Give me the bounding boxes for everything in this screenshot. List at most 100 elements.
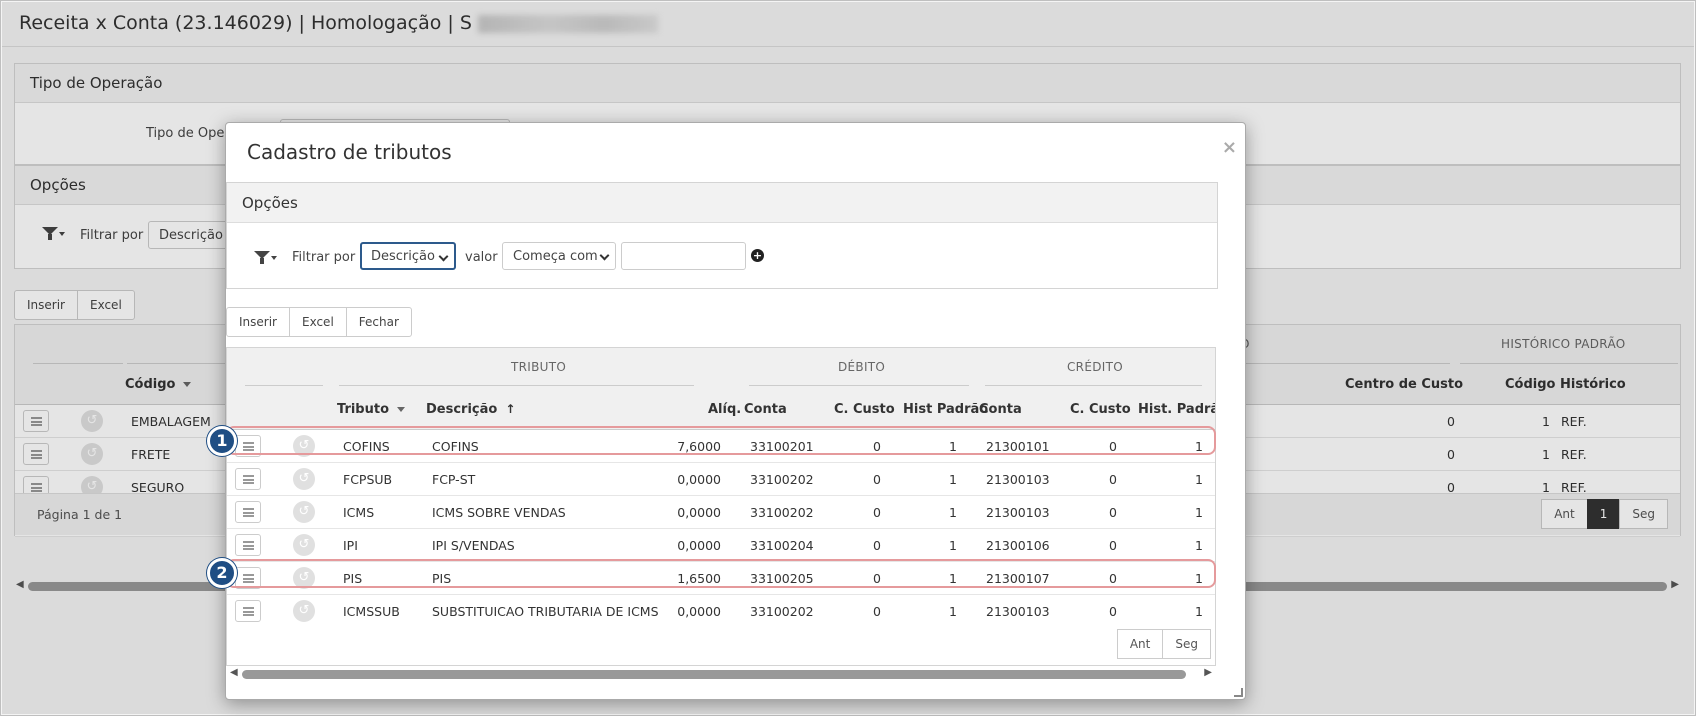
cell-credito-hist: 1 [1195,472,1203,487]
filter-icon[interactable] [254,249,277,265]
cell-credito-ccusto: 0 [1109,604,1117,619]
cell-credito-conta: 21300107 [986,571,1050,586]
close-icon[interactable]: × [1222,137,1237,158]
cell-debito-conta: 33100204 [750,538,814,553]
cell-descricao: SUBSTITUICAO TRIBUTARIA DE ICMS [432,604,659,619]
column-header-aliq[interactable]: Alíq. [708,402,741,417]
cell-aliq: 0,0000 [677,472,721,487]
cell-tributo: ICMS [343,505,375,520]
divider [749,385,969,386]
modal-pager: Ant Seg [1116,629,1211,659]
app-window: Receita x Conta (23.146029) | Homologaçã… [0,0,1696,716]
undo-icon[interactable]: ↺ [293,567,315,589]
divider [985,385,1202,386]
column-header-tributo[interactable]: Tributo [337,402,406,417]
pager-next-button[interactable]: Seg [1162,629,1211,659]
resize-handle-icon[interactable] [1234,688,1243,697]
table-row[interactable]: ↺ IPI IPI S/VENDAS 0,0000 33100204 0 1 21300106… [227,529,1215,562]
sort-desc-icon [397,407,406,412]
pager-prev-button[interactable]: Ant [1116,629,1164,659]
value-label: valor [465,250,498,265]
scroll-left-icon[interactable]: ◀ [230,667,238,678]
tributos-grid-footer: Ant Seg [227,625,1215,665]
cell-debito-ccusto: 0 [873,472,881,487]
row-menu-icon[interactable] [235,501,261,523]
tributos-modal: Cadastro de tributos × Opções Filtrar po… [225,122,1246,700]
cell-debito-conta: 33100201 [750,439,814,454]
modal-horizontal-scrollbar[interactable]: ◀ ▶ [226,667,1216,681]
table-row[interactable]: ↺ FCPSUB FCP-ST 0,0000 33100202 0 1 21300103 0 1 [227,463,1215,496]
table-row[interactable]: ↺ COFINS COFINS 7,6000 33100201 0 1 21300101 0 1 [227,430,1215,463]
undo-icon[interactable]: ↺ [293,600,315,622]
cell-tributo: PIS [343,571,363,586]
cell-credito-conta: 21300101 [986,439,1050,454]
filter-value-input[interactable] [621,242,746,270]
cell-debito-ccusto: 0 [873,439,881,454]
modal-toolbar: Inserir Excel Fechar [226,307,412,337]
cell-debito-conta: 33100202 [750,472,814,487]
cell-tributo: ICMSSUB [343,604,400,619]
cell-debito-hist: 1 [949,571,957,586]
undo-icon[interactable]: ↺ [293,435,315,457]
undo-icon[interactable]: ↺ [293,501,315,523]
cell-credito-ccusto: 0 [1109,472,1117,487]
column-header-credito-ccusto[interactable]: C. Custo [1070,402,1131,417]
add-filter-icon[interactable]: + [751,249,764,262]
column-header-credito-hist[interactable]: Hist. Padrão [1138,402,1215,417]
cell-aliq: 7,6000 [677,439,721,454]
cell-debito-ccusto: 0 [873,604,881,619]
filter-mode-select[interactable]: Começa com [502,242,616,270]
column-header-descricao[interactable]: Descrição ↑ [426,402,515,417]
cell-aliq: 0,0000 [677,604,721,619]
modal-options-panel: Opções Filtrar por Descrição valor Começ… [226,182,1218,289]
scrollbar-thumb[interactable] [242,670,1186,679]
cell-descricao: COFINS [432,439,479,454]
cell-debito-conta: 33100202 [750,604,814,619]
table-row[interactable]: ↺ ICMS ICMS SOBRE VENDAS 0,0000 33100202 0 1 21… [227,496,1215,529]
filter-field-value: Descrição [371,249,435,264]
close-button[interactable]: Fechar [345,307,412,337]
cell-credito-ccusto: 0 [1109,505,1117,520]
cell-descricao: IPI S/VENDAS [432,538,515,553]
undo-icon[interactable]: ↺ [293,468,315,490]
excel-button[interactable]: Excel [288,307,347,337]
cell-credito-conta: 21300106 [986,538,1050,553]
cell-debito-ccusto: 0 [873,505,881,520]
divider [339,385,694,386]
group-header-credito: CRÉDITO [1067,360,1123,374]
insert-button[interactable]: Inserir [226,307,290,337]
cell-credito-conta: 21300103 [986,505,1050,520]
cell-credito-hist: 1 [1195,439,1203,454]
undo-icon[interactable]: ↺ [293,534,315,556]
cell-aliq: 1,6500 [677,571,721,586]
cell-descricao: FCP-ST [432,472,476,487]
divider [245,385,323,386]
row-menu-icon[interactable] [235,468,261,490]
tributos-grid: TRIBUTO DÉBITO CRÉDITO Tributo Descrição… [226,347,1216,666]
column-header-debito-conta[interactable]: Conta [744,402,787,417]
column-header-debito-hist[interactable]: Hist Padrão [903,402,988,417]
tributos-grid-header: TRIBUTO DÉBITO CRÉDITO Tributo Descrição… [227,348,1215,430]
table-row[interactable]: ↺ ICMSSUB SUBSTITUICAO TRIBUTARIA DE ICMS 0… [227,595,1215,628]
filter-field-select[interactable]: Descrição [360,242,456,270]
cell-credito-ccusto: 0 [1109,538,1117,553]
cell-debito-hist: 1 [949,538,957,553]
modal-options-header: Opções [227,183,1217,223]
row-menu-icon[interactable] [235,435,261,457]
cell-debito-hist: 1 [949,472,957,487]
row-menu-icon[interactable] [235,534,261,556]
row-menu-icon[interactable] [235,567,261,589]
cell-credito-hist: 1 [1195,505,1203,520]
chevron-down-icon [599,250,610,261]
scroll-right-icon[interactable]: ▶ [1204,667,1212,678]
modal-title: Cadastro de tributos [247,140,452,164]
cell-credito-ccusto: 0 [1109,439,1117,454]
column-header-debito-ccusto[interactable]: C. Custo [834,402,895,417]
table-row[interactable]: ↺ PIS PIS 1,6500 33100205 0 1 21300107 0 1 [227,562,1215,595]
row-menu-icon[interactable] [235,600,261,622]
cell-credito-ccusto: 0 [1109,571,1117,586]
chevron-down-icon [438,251,449,262]
cell-aliq: 0,0000 [677,538,721,553]
callout-marker-1: 1 [207,426,237,456]
column-header-credito-conta[interactable]: Conta [979,402,1022,417]
